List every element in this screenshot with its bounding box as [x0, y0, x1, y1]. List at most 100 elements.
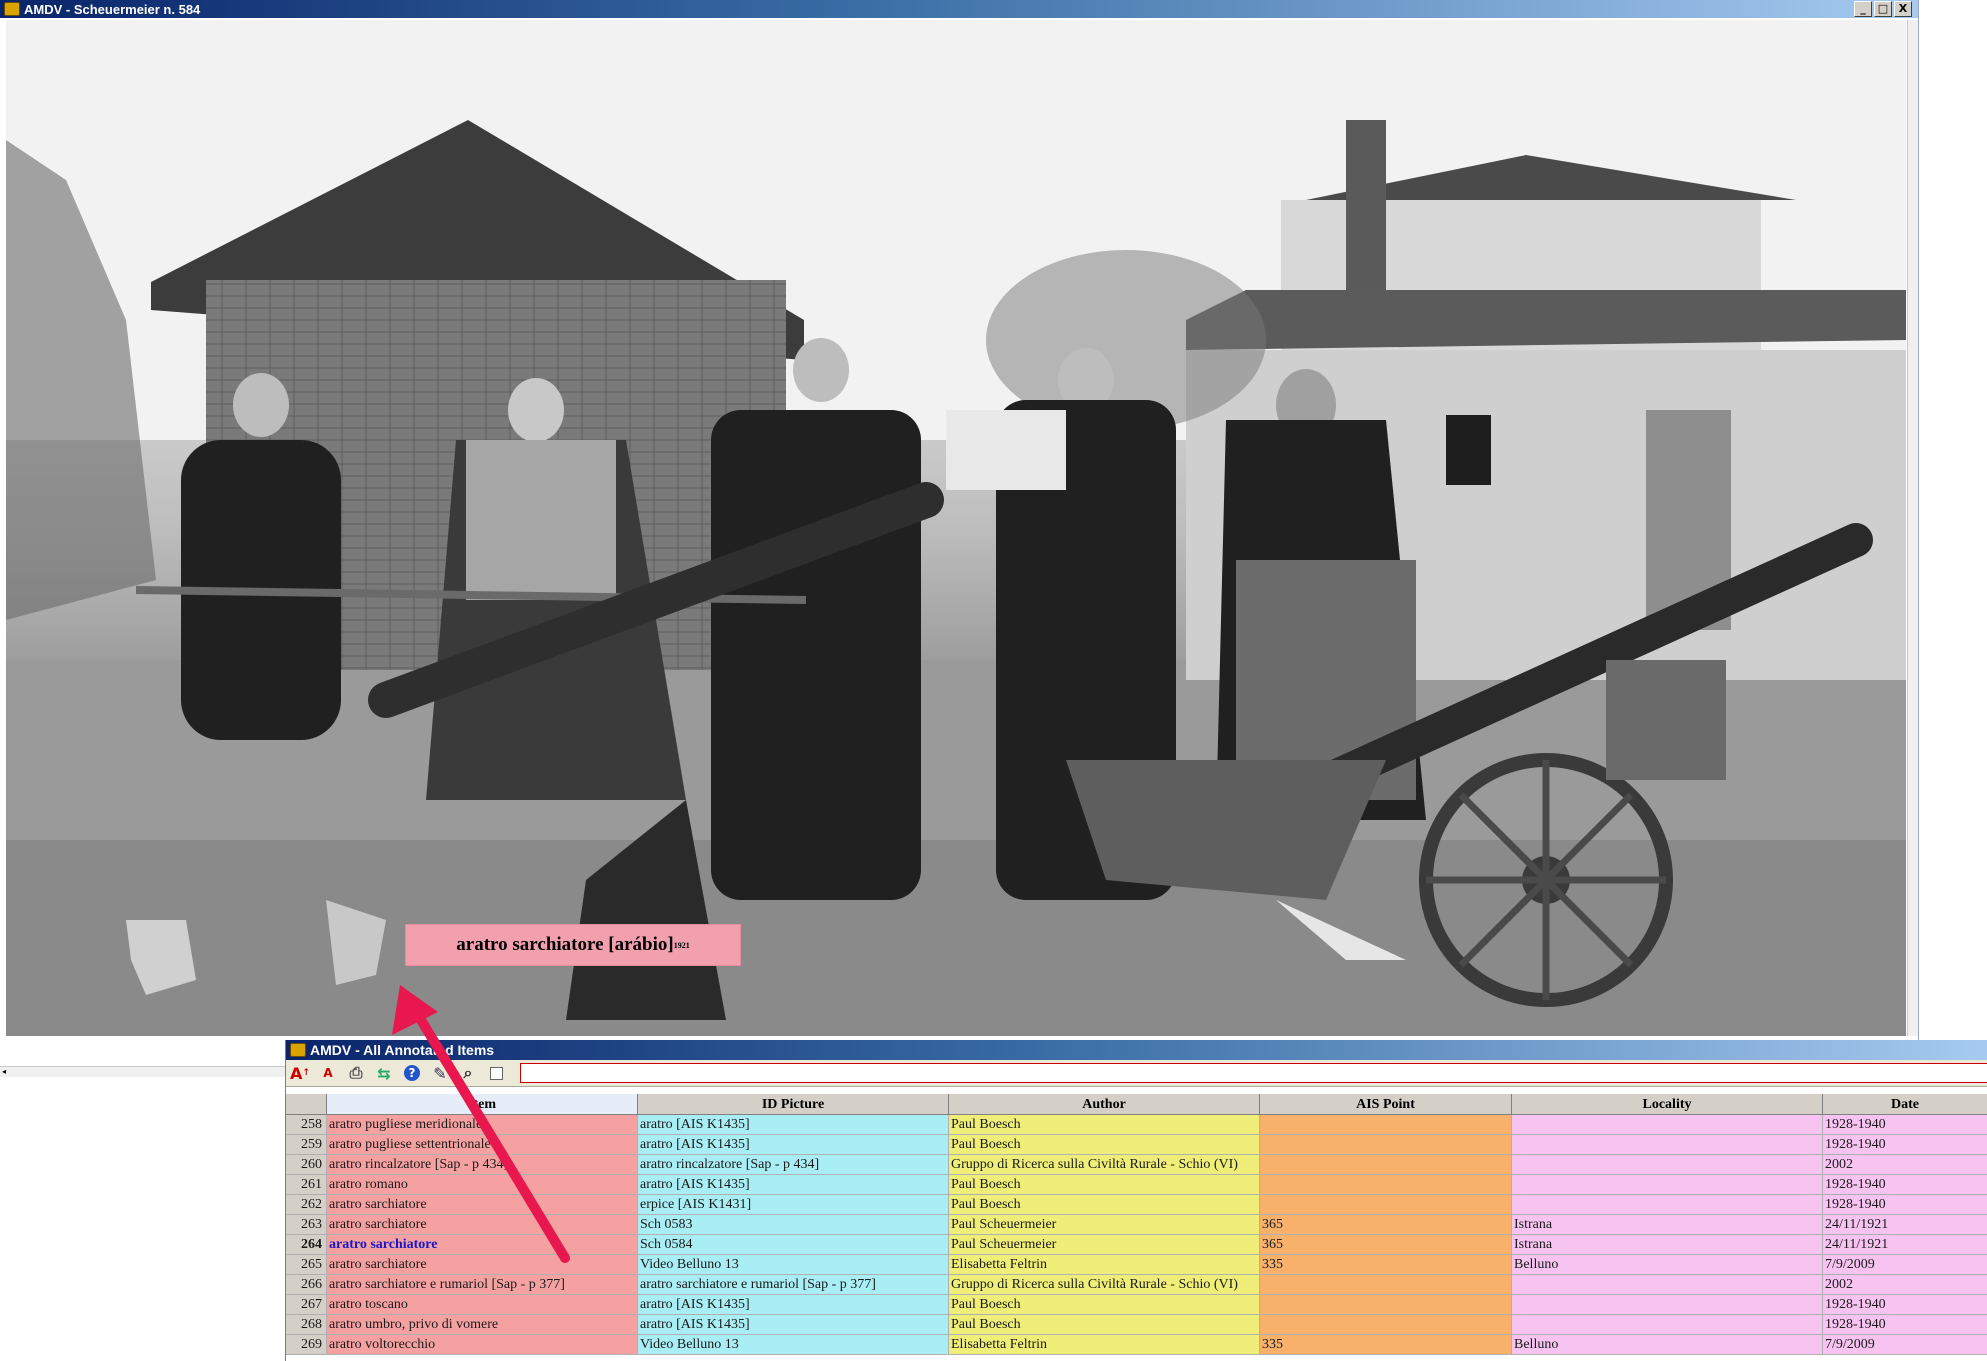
- item-cell[interactable]: aratro pugliese settentrionale: [327, 1135, 638, 1155]
- date-cell[interactable]: 1928-1940: [1823, 1295, 1987, 1315]
- edit-icon[interactable]: ✎: [426, 1062, 454, 1084]
- locality-cell[interactable]: Belluno: [1512, 1255, 1823, 1275]
- id-picture-cell[interactable]: Sch 0583: [638, 1215, 949, 1235]
- ais-point-cell[interactable]: 365: [1260, 1235, 1512, 1255]
- item-cell[interactable]: aratro sarchiatore: [327, 1255, 638, 1275]
- ais-point-cell[interactable]: [1260, 1295, 1512, 1315]
- ais-point-cell[interactable]: [1260, 1115, 1512, 1135]
- table-row[interactable]: 266 aratro sarchiatore e rumariol [Sap - …: [286, 1275, 1987, 1295]
- table-row[interactable]: 267 aratro toscano aratro [AIS K1435] Paul …: [286, 1295, 1987, 1315]
- date-cell[interactable]: 1928-1940: [1823, 1115, 1987, 1135]
- close-button[interactable]: X: [1894, 1, 1912, 17]
- id-picture-cell[interactable]: erpice [AIS K1431]: [638, 1195, 949, 1215]
- maximize-button[interactable]: □: [1874, 1, 1892, 17]
- date-cell[interactable]: 2002: [1823, 1275, 1987, 1295]
- id-picture-cell[interactable]: aratro rincalzatore [Sap - p 434]: [638, 1155, 949, 1175]
- export-icon[interactable]: ⇆: [370, 1062, 398, 1084]
- id-picture-cell[interactable]: aratro [AIS K1435]: [638, 1115, 949, 1135]
- table-row[interactable]: 264 aratro sarchiatore Sch 0584 Paul Scheue…: [286, 1235, 1987, 1255]
- row-number-cell[interactable]: 259: [286, 1135, 327, 1155]
- author-cell[interactable]: Paul Boesch: [949, 1135, 1260, 1155]
- ais-point-cell[interactable]: [1260, 1195, 1512, 1215]
- row-number-cell[interactable]: 262: [286, 1195, 327, 1215]
- item-cell[interactable]: aratro sarchiatore: [327, 1195, 638, 1215]
- date-cell[interactable]: 24/11/1921: [1823, 1215, 1987, 1235]
- author-cell[interactable]: Paul Boesch: [949, 1115, 1260, 1135]
- ais-point-cell[interactable]: [1260, 1175, 1512, 1195]
- author-cell[interactable]: Elisabetta Feltrin: [949, 1335, 1260, 1355]
- date-cell[interactable]: 1928-1940: [1823, 1195, 1987, 1215]
- scroll-left-icon[interactable]: ◂: [2, 1067, 6, 1077]
- table-row[interactable]: 269 aratro voltorecchio Video Belluno 13 El…: [286, 1335, 1987, 1355]
- locality-cell[interactable]: Belluno: [1512, 1335, 1823, 1355]
- row-number-cell[interactable]: 263: [286, 1215, 327, 1235]
- locality-cell[interactable]: [1512, 1195, 1823, 1215]
- author-cell[interactable]: Paul Boesch: [949, 1175, 1260, 1195]
- historical-photograph[interactable]: [6, 20, 1906, 1036]
- id-picture-cell[interactable]: aratro [AIS K1435]: [638, 1175, 949, 1195]
- row-number-cell[interactable]: 265: [286, 1255, 327, 1275]
- help-icon[interactable]: ?: [398, 1062, 426, 1084]
- locality-cell[interactable]: Istrana: [1512, 1235, 1823, 1255]
- locality-cell[interactable]: [1512, 1315, 1823, 1335]
- header-item[interactable]: Item: [327, 1094, 638, 1115]
- ais-point-cell[interactable]: [1260, 1275, 1512, 1295]
- table-window-titlebar[interactable]: AMDV - All Annotated Items: [286, 1040, 1987, 1060]
- date-cell[interactable]: 7/9/2009: [1823, 1335, 1987, 1355]
- item-cell[interactable]: aratro rincalzatore [Sap - p 434]: [327, 1155, 638, 1175]
- table-row[interactable]: 268 aratro umbro, privo di vomere aratro […: [286, 1315, 1987, 1335]
- row-number-cell[interactable]: 264: [286, 1235, 327, 1255]
- header-date[interactable]: Date: [1823, 1094, 1987, 1115]
- table-row[interactable]: 265 aratro sarchiatore Video Belluno 13 Eli…: [286, 1255, 1987, 1275]
- author-cell[interactable]: Gruppo di Ricerca sulla Civiltà Rurale -…: [949, 1155, 1260, 1175]
- id-picture-cell[interactable]: Video Belluno 13: [638, 1255, 949, 1275]
- author-cell[interactable]: Paul Boesch: [949, 1295, 1260, 1315]
- id-picture-cell[interactable]: aratro [AIS K1435]: [638, 1135, 949, 1155]
- row-number-cell[interactable]: 267: [286, 1295, 327, 1315]
- row-number-cell[interactable]: 260: [286, 1155, 327, 1175]
- date-cell[interactable]: 1928-1940: [1823, 1175, 1987, 1195]
- ais-point-cell[interactable]: 365: [1260, 1215, 1512, 1235]
- locality-cell[interactable]: [1512, 1275, 1823, 1295]
- print-icon[interactable]: ⎙: [342, 1062, 370, 1084]
- date-cell[interactable]: 7/9/2009: [1823, 1255, 1987, 1275]
- item-cell[interactable]: aratro toscano: [327, 1295, 638, 1315]
- locality-cell[interactable]: [1512, 1295, 1823, 1315]
- locality-cell[interactable]: [1512, 1155, 1823, 1175]
- header-author[interactable]: Author: [949, 1094, 1260, 1115]
- date-cell[interactable]: 1928-1940: [1823, 1315, 1987, 1335]
- header-ais-point[interactable]: AIS Point: [1260, 1094, 1512, 1115]
- search-icon[interactable]: ⌕: [454, 1062, 482, 1084]
- header-id-picture[interactable]: ID Picture: [638, 1094, 949, 1115]
- item-cell[interactable]: aratro sarchiatore: [327, 1235, 638, 1255]
- date-cell[interactable]: 24/11/1921: [1823, 1235, 1987, 1255]
- row-number-cell[interactable]: 258: [286, 1115, 327, 1135]
- ais-point-cell[interactable]: 335: [1260, 1255, 1512, 1275]
- item-cell[interactable]: aratro sarchiatore: [327, 1215, 638, 1235]
- locality-cell[interactable]: Istrana: [1512, 1215, 1823, 1235]
- locality-cell[interactable]: [1512, 1135, 1823, 1155]
- font-increase-icon[interactable]: A ↑: [286, 1062, 314, 1084]
- id-picture-cell[interactable]: aratro sarchiatore e rumariol [Sap - p 3…: [638, 1275, 949, 1295]
- id-picture-cell[interactable]: Video Belluno 13: [638, 1335, 949, 1355]
- table-row[interactable]: 259 aratro pugliese settentrionale aratro …: [286, 1135, 1987, 1155]
- date-cell[interactable]: 2002: [1823, 1155, 1987, 1175]
- ais-point-cell[interactable]: [1260, 1155, 1512, 1175]
- id-picture-cell[interactable]: aratro [AIS K1435]: [638, 1315, 949, 1335]
- table-row[interactable]: 262 aratro sarchiatore erpice [AIS K1431] P…: [286, 1195, 1987, 1215]
- item-cell[interactable]: aratro sarchiatore e rumariol [Sap - p 3…: [327, 1275, 638, 1295]
- author-cell[interactable]: Gruppo di Ricerca sulla Civiltà Rurale -…: [949, 1275, 1260, 1295]
- author-cell[interactable]: Paul Boesch: [949, 1315, 1260, 1335]
- row-number-cell[interactable]: 268: [286, 1315, 327, 1335]
- checkbox-icon[interactable]: [482, 1062, 510, 1084]
- row-number-cell[interactable]: 269: [286, 1335, 327, 1355]
- annotation-label[interactable]: aratro sarchiatore [arábio] 1921: [405, 924, 741, 966]
- item-cell[interactable]: aratro pugliese meridionale: [327, 1115, 638, 1135]
- item-cell[interactable]: aratro umbro, privo di vomere: [327, 1315, 638, 1335]
- id-picture-cell[interactable]: Sch 0584: [638, 1235, 949, 1255]
- ais-point-cell[interactable]: [1260, 1135, 1512, 1155]
- table-row[interactable]: 263 aratro sarchiatore Sch 0583 Paul Scheue…: [286, 1215, 1987, 1235]
- author-cell[interactable]: Paul Scheuermeier: [949, 1215, 1260, 1235]
- locality-cell[interactable]: [1512, 1175, 1823, 1195]
- item-cell[interactable]: aratro voltorecchio: [327, 1335, 638, 1355]
